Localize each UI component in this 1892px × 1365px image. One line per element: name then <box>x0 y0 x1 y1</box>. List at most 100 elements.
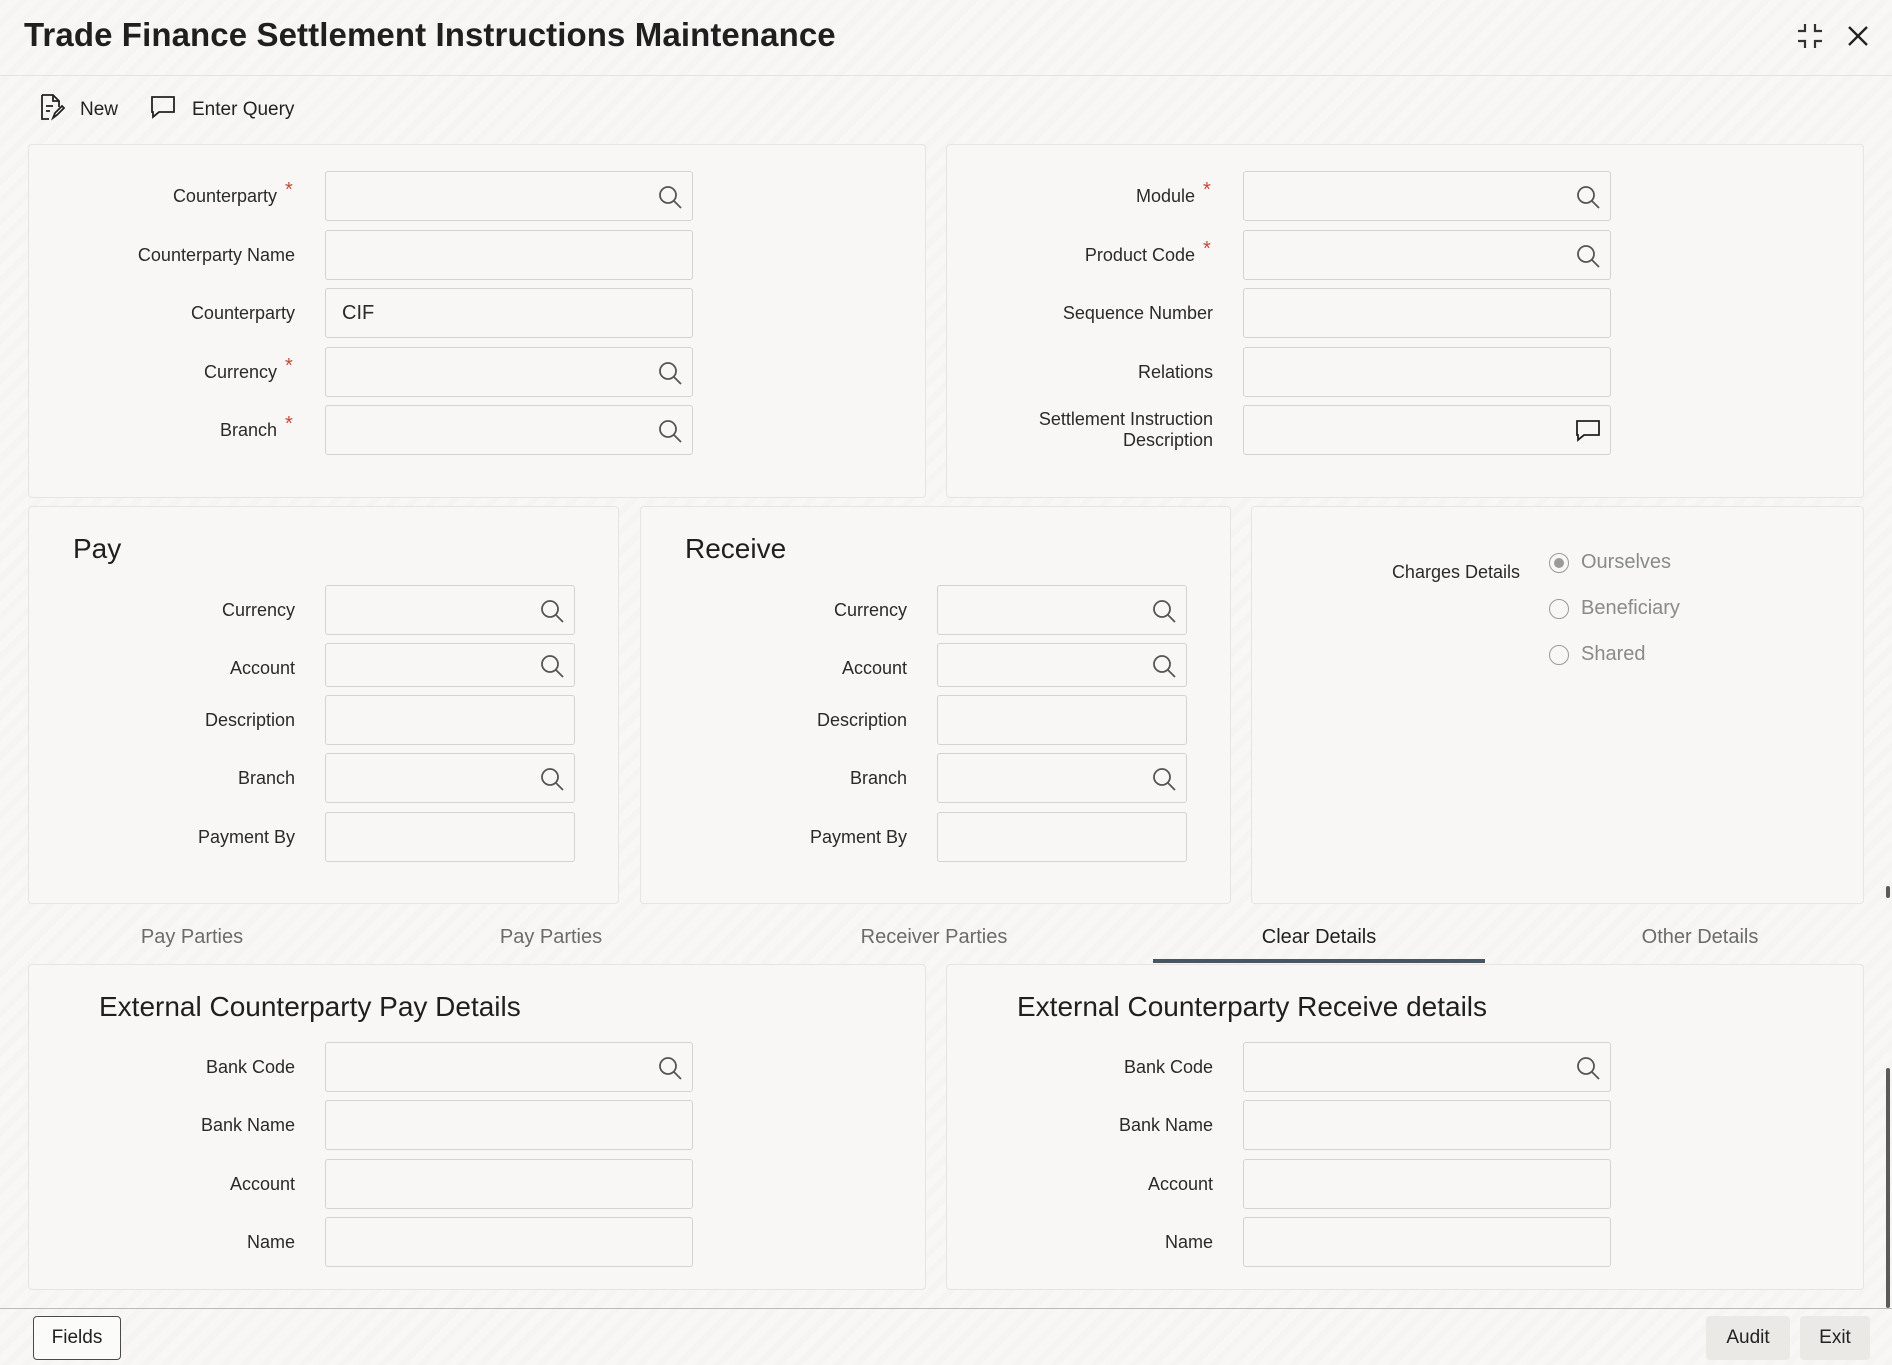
audit-button[interactable]: Audit <box>1706 1316 1790 1360</box>
ext-pay-bank-code-input[interactable] <box>325 1042 693 1092</box>
tab-receiver-parties[interactable]: Receiver Parties <box>834 912 1034 962</box>
ext-receive-name-label: Name <box>1164 1231 1213 1252</box>
receive-payment-by-input[interactable] <box>937 812 1187 862</box>
pay-payment-by-label: Payment By <box>197 826 295 847</box>
counterparty-input[interactable] <box>325 171 693 221</box>
search-icon[interactable] <box>538 652 566 680</box>
pay-account-row: Account <box>29 643 620 693</box>
sequence-number-label: Sequence Number <box>1062 302 1213 323</box>
new-label: New <box>80 99 119 120</box>
branch-row: Branch * <box>29 405 927 455</box>
search-icon[interactable] <box>1574 242 1602 270</box>
product-code-input[interactable] <box>1243 230 1611 280</box>
tab-pay-parties-1[interactable]: Pay Parties <box>92 912 292 962</box>
ext-pay-bank-name-row: Bank Name <box>29 1100 927 1150</box>
charges-details-label: Charges Details <box>1391 561 1520 582</box>
ext-receive-bank-code-label: Bank Code <box>1123 1056 1213 1077</box>
scrollbar-thumb[interactable] <box>1886 1068 1890 1308</box>
scrollbar-upper[interactable] <box>1886 886 1890 898</box>
ext-pay-account-input[interactable] <box>325 1159 693 1209</box>
pay-panel: Pay Currency Account Description Branch <box>28 506 619 904</box>
search-icon[interactable] <box>656 183 684 211</box>
receive-description-input[interactable] <box>937 695 1187 745</box>
ext-receive-bank-code-input[interactable] <box>1243 1042 1611 1092</box>
search-icon[interactable] <box>656 1054 684 1082</box>
pay-currency-input[interactable] <box>325 585 575 635</box>
pay-branch-row: Branch <box>29 753 620 803</box>
ext-receive-name-row: Name <box>947 1217 1865 1267</box>
receive-account-row: Account <box>641 643 1232 693</box>
pay-payment-by-row: Payment By <box>29 812 620 862</box>
tab-other-details[interactable]: Other Details <box>1600 912 1800 962</box>
search-icon[interactable] <box>1150 765 1178 793</box>
header-left-panel: Counterparty * Counterparty Name Counter… <box>28 144 926 498</box>
new-button[interactable]: New <box>36 88 118 132</box>
ext-pay-account-label: Account <box>229 1173 295 1194</box>
module-input[interactable] <box>1243 171 1611 221</box>
pay-currency-label: Currency <box>221 599 295 620</box>
ext-pay-name-input[interactable] <box>325 1217 693 1267</box>
sequence-number-input[interactable] <box>1243 288 1611 338</box>
tab-clear-details[interactable]: Clear Details <box>1153 912 1485 962</box>
ext-pay-bank-name-input[interactable] <box>325 1100 693 1150</box>
counterparty-type-input[interactable]: CIF <box>325 288 693 338</box>
required-marker: * <box>285 179 293 201</box>
tab-pay-parties-2[interactable]: Pay Parties <box>451 912 651 962</box>
exit-button[interactable]: Exit <box>1800 1316 1870 1360</box>
charges-radio-beneficiary[interactable]: Beneficiary <box>1549 597 1680 620</box>
search-icon[interactable] <box>538 765 566 793</box>
ext-receive-bank-name-input[interactable] <box>1243 1100 1611 1150</box>
receive-branch-input[interactable] <box>937 753 1187 803</box>
receive-account-input[interactable] <box>937 643 1187 687</box>
charges-panel: Charges Details Ourselves Beneficiary Sh… <box>1251 506 1864 904</box>
counterparty-type-row: Counterparty CIF <box>29 288 927 338</box>
receive-description-label: Description <box>816 709 907 730</box>
search-icon[interactable] <box>1150 652 1178 680</box>
receive-currency-input[interactable] <box>937 585 1187 635</box>
branch-input[interactable] <box>325 405 693 455</box>
ext-receive-name-input[interactable] <box>1243 1217 1611 1267</box>
module-label: Module <box>1135 185 1195 206</box>
pay-description-input[interactable] <box>325 695 575 745</box>
receive-description-row: Description <box>641 695 1232 745</box>
external-pay-title: External Counterparty Pay Details <box>99 991 521 1022</box>
ext-receive-account-input[interactable] <box>1243 1159 1611 1209</box>
counterparty-name-input[interactable] <box>325 230 693 280</box>
toolbar: New Enter Query <box>0 88 1892 132</box>
pay-branch-label: Branch <box>237 767 295 788</box>
branch-label: Branch <box>219 419 277 440</box>
charges-radio-ourselves[interactable]: Ourselves <box>1549 551 1671 574</box>
search-icon[interactable] <box>1574 183 1602 211</box>
query-bubble-icon <box>148 92 178 128</box>
search-icon[interactable] <box>1150 597 1178 625</box>
receive-payment-by-label: Payment By <box>809 826 907 847</box>
radio-unselected <box>1549 598 1569 619</box>
search-icon[interactable] <box>1574 1054 1602 1082</box>
fields-button[interactable]: Fields <box>33 1316 121 1360</box>
close-icon[interactable] <box>1840 18 1876 54</box>
radio-unselected <box>1549 644 1569 665</box>
pay-payment-by-input[interactable] <box>325 812 575 862</box>
ext-receive-account-row: Account <box>947 1159 1865 1209</box>
charges-radio-shared[interactable]: Shared <box>1549 643 1646 666</box>
receive-currency-row: Currency <box>641 585 1232 635</box>
pay-account-input[interactable] <box>325 643 575 687</box>
relations-input[interactable] <box>1243 347 1611 397</box>
settlement-description-label: Settlement Instruction Description <box>1038 409 1213 450</box>
search-icon[interactable] <box>538 597 566 625</box>
ext-pay-name-row: Name <box>29 1217 927 1267</box>
external-pay-panel: External Counterparty Pay Details Bank C… <box>28 964 926 1290</box>
search-icon[interactable] <box>656 359 684 387</box>
footer-bar <box>0 1308 1892 1365</box>
speech-bubble-icon[interactable] <box>1574 417 1602 445</box>
pay-branch-input[interactable] <box>325 753 575 803</box>
settlement-description-input[interactable] <box>1243 405 1611 455</box>
enter-query-button[interactable]: Enter Query <box>148 88 294 132</box>
collapse-icon[interactable] <box>1792 18 1828 54</box>
ext-receive-bank-name-row: Bank Name <box>947 1100 1865 1150</box>
currency-input[interactable] <box>325 347 693 397</box>
search-icon[interactable] <box>656 417 684 445</box>
counterparty-name-label: Counterparty Name <box>137 244 295 265</box>
receive-currency-label: Currency <box>833 599 907 620</box>
receive-branch-label: Branch <box>849 767 907 788</box>
